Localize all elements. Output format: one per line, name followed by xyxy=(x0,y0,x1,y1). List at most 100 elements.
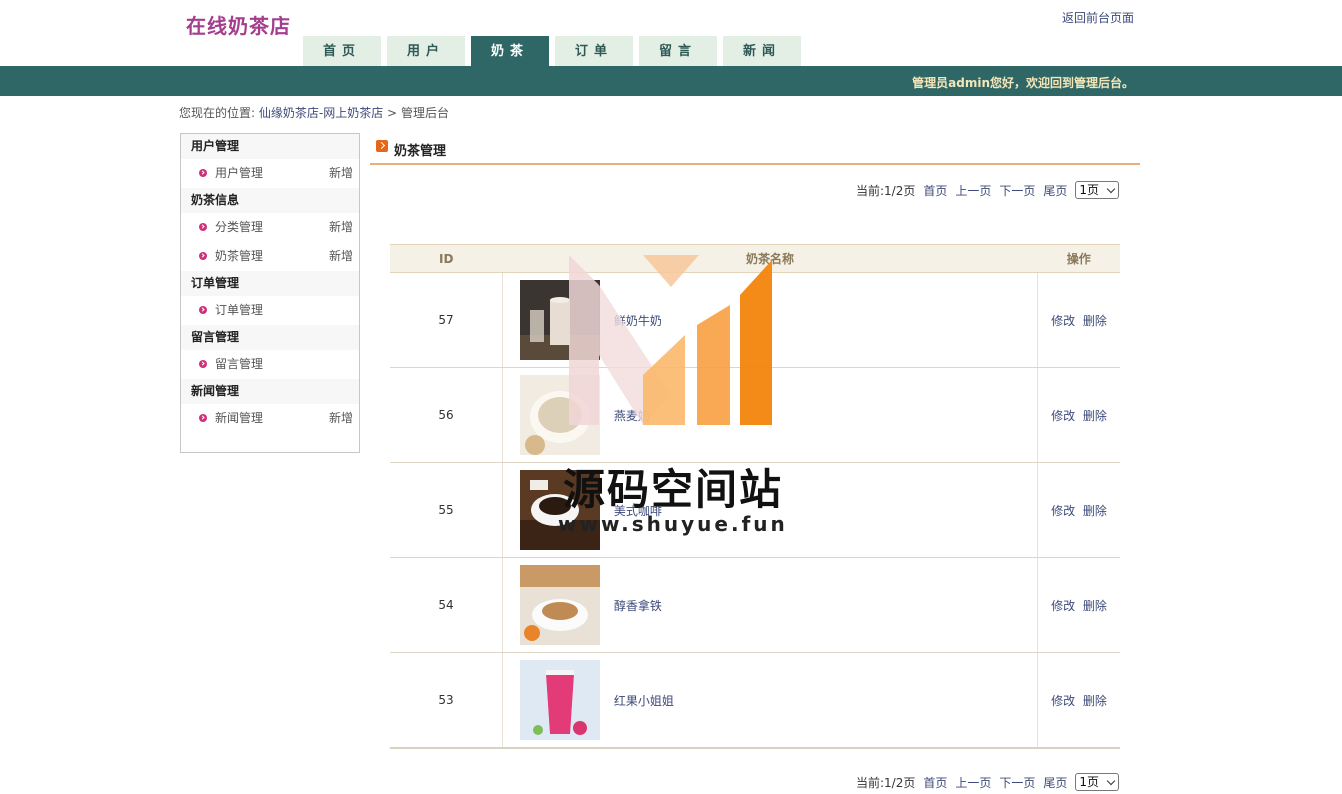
edit-link[interactable]: 修改 xyxy=(1051,409,1075,423)
breadcrumb: 您现在的位置: 仙缘奶茶店-网上奶茶店 > 管理后台 xyxy=(179,104,449,121)
sidebar-group-milktea: 奶茶信息 xyxy=(181,188,359,213)
edit-link[interactable]: 修改 xyxy=(1051,504,1075,518)
bullet-arrow-icon xyxy=(199,414,207,422)
bullet-arrow-icon xyxy=(199,169,207,177)
top-bar: 管理员admin您好，欢迎回到管理后台。 xyxy=(0,66,1342,96)
sidebar-item-label[interactable]: 用户管理 xyxy=(215,166,263,180)
sidebar-item-category-manage: 分类管理 新增 xyxy=(181,213,359,242)
product-name-link[interactable]: 醇香拿铁 xyxy=(614,599,662,613)
row-id: 53 xyxy=(390,652,503,749)
pager-last-link[interactable]: 尾页 xyxy=(1043,182,1067,199)
pager-status: 当前:1/2页 xyxy=(856,183,916,198)
sidebar-add-milktea-link[interactable]: 新增 xyxy=(329,242,353,271)
pager-top: 当前:1/2页 首页 上一页 下一页 尾页 1页 xyxy=(848,181,1120,199)
tab-home[interactable]: 首页 xyxy=(303,36,381,66)
sidebar-item-label[interactable]: 订单管理 xyxy=(215,303,263,317)
product-name-link[interactable]: 红果小姐姐 xyxy=(614,694,674,708)
product-name-link[interactable]: 鲜奶牛奶 xyxy=(614,314,662,328)
sidebar-item-news-manage: 新闻管理 新增 xyxy=(181,404,359,433)
column-header-name: 奶茶名称 xyxy=(502,244,1038,273)
sidebar-item-label[interactable]: 分类管理 xyxy=(215,220,263,234)
pager-first-link[interactable]: 首页 xyxy=(923,774,947,791)
return-frontend-link[interactable]: 返回前台页面 xyxy=(1062,9,1134,26)
tab-orders[interactable]: 订单 xyxy=(555,36,633,66)
sidebar-add-news-link[interactable]: 新增 xyxy=(329,404,353,433)
bullet-arrow-icon xyxy=(199,223,207,231)
pager-status: 当前:1/2页 xyxy=(856,775,916,790)
column-header-id: ID xyxy=(390,244,503,273)
welcome-text: 管理员admin您好，欢迎回到管理后台。 xyxy=(912,76,1134,90)
breadcrumb-current: 管理后台 xyxy=(400,106,449,120)
sidebar-item-user-manage: 用户管理 新增 xyxy=(181,159,359,188)
table-row: 57 鲜奶牛奶 修改 删除 xyxy=(390,272,1120,368)
edit-link[interactable]: 修改 xyxy=(1051,599,1075,613)
sidebar-group-orders: 订单管理 xyxy=(181,271,359,296)
row-id: 55 xyxy=(390,462,503,558)
latte-thumbnail xyxy=(520,565,600,645)
edit-link[interactable]: 修改 xyxy=(1051,314,1075,328)
row-id: 54 xyxy=(390,557,503,653)
site-logo: 在线奶茶店 xyxy=(186,14,291,38)
sidebar-group-news: 新闻管理 xyxy=(181,379,359,404)
sidebar-item-order-manage: 订单管理 xyxy=(181,296,359,325)
breadcrumb-prefix: 您现在的位置: xyxy=(179,106,256,120)
column-header-ops: 操作 xyxy=(1037,244,1120,273)
product-name-link[interactable]: 燕麦奶 xyxy=(614,409,650,423)
bullet-arrow-icon xyxy=(199,306,207,314)
watermark-text: 源码空间站 xyxy=(563,465,784,514)
row-id: 57 xyxy=(390,272,503,368)
sidebar-item-message-manage: 留言管理 xyxy=(181,350,359,379)
watermark-url: www.shuyue.fun xyxy=(558,512,788,536)
pager-first-link[interactable]: 首页 xyxy=(923,182,947,199)
pager-last-link[interactable]: 尾页 xyxy=(1043,774,1067,791)
page-select[interactable]: 1页 xyxy=(1075,181,1120,199)
pager-next-link[interactable]: 下一页 xyxy=(999,182,1035,199)
milk-drink-thumbnail xyxy=(520,280,600,360)
bullet-arrow-icon xyxy=(199,360,207,368)
table-row: 56 燕麦奶 修改 删除 xyxy=(390,367,1120,463)
delete-link[interactable]: 删除 xyxy=(1083,694,1107,708)
row-name-cell: 醇香拿铁 xyxy=(502,557,1038,653)
sidebar-item-milktea-manage: 奶茶管理 新增 xyxy=(181,242,359,271)
pager-prev-link[interactable]: 上一页 xyxy=(955,182,991,199)
row-name-cell: 鲜奶牛奶 xyxy=(502,272,1038,368)
pager-next-link[interactable]: 下一页 xyxy=(999,774,1035,791)
section-arrow-icon xyxy=(376,140,388,152)
tab-users[interactable]: 用户 xyxy=(387,36,465,66)
row-ops-cell: 修改 删除 xyxy=(1037,367,1120,463)
content-header: 奶茶管理 xyxy=(370,136,1140,165)
delete-link[interactable]: 删除 xyxy=(1083,504,1107,518)
row-ops-cell: 修改 删除 xyxy=(1037,462,1120,558)
table-row: 54 醇香拿铁 修改 删除 xyxy=(390,557,1120,653)
page-select[interactable]: 1页 xyxy=(1075,773,1120,791)
row-ops-cell: 修改 删除 xyxy=(1037,557,1120,653)
row-ops-cell: 修改 删除 xyxy=(1037,652,1120,749)
row-id: 56 xyxy=(390,367,503,463)
tab-news[interactable]: 新闻 xyxy=(723,36,801,66)
delete-link[interactable]: 删除 xyxy=(1083,409,1107,423)
sidebar-add-category-link[interactable]: 新增 xyxy=(329,213,353,242)
fruit-tea-thumbnail xyxy=(520,660,600,740)
sidebar-group-messages: 留言管理 xyxy=(181,325,359,350)
delete-link[interactable]: 删除 xyxy=(1083,314,1107,328)
tab-milktea[interactable]: 奶茶 xyxy=(471,36,549,66)
table-header-row: ID 奶茶名称 操作 xyxy=(390,244,1120,273)
row-name-cell: 红果小姐姐 xyxy=(502,652,1038,749)
bullet-arrow-icon xyxy=(199,252,207,260)
delete-link[interactable]: 删除 xyxy=(1083,599,1107,613)
table-row: 53 红果小姐姐 修改 删除 xyxy=(390,652,1120,749)
oat-milk-thumbnail xyxy=(520,375,600,455)
sidebar-group-users: 用户管理 xyxy=(181,134,359,159)
sidebar-item-label[interactable]: 奶茶管理 xyxy=(215,249,263,263)
edit-link[interactable]: 修改 xyxy=(1051,694,1075,708)
row-ops-cell: 修改 删除 xyxy=(1037,272,1120,368)
pager-prev-link[interactable]: 上一页 xyxy=(955,774,991,791)
tab-messages[interactable]: 留言 xyxy=(639,36,717,66)
sidebar-item-label[interactable]: 新闻管理 xyxy=(215,411,263,425)
breadcrumb-site-link[interactable]: 仙缘奶茶店-网上奶茶店 xyxy=(259,106,383,120)
page-title: 奶茶管理 xyxy=(394,144,447,159)
sidebar: 用户管理 用户管理 新增 奶茶信息 分类管理 新增 奶茶管理 新增 订单管理 订… xyxy=(180,133,360,453)
sidebar-item-label[interactable]: 留言管理 xyxy=(215,357,263,371)
sidebar-add-user-link[interactable]: 新增 xyxy=(329,159,353,188)
row-name-cell: 燕麦奶 xyxy=(502,367,1038,463)
